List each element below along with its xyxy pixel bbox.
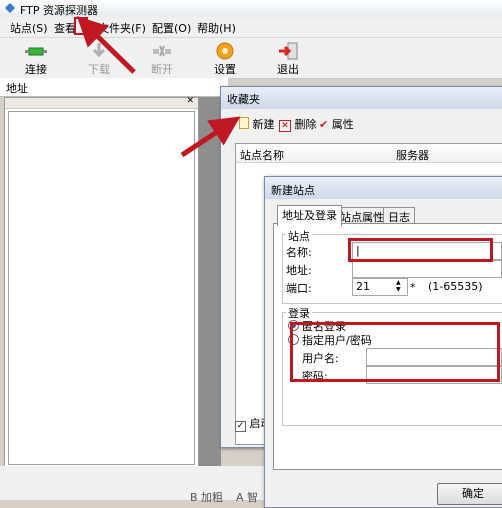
tab-address-login[interactable]: 地址及登录 [277,205,342,226]
arrow-to-view-menu [76,16,136,74]
annotation-arrows [76,16,241,158]
arrow-to-new-button [180,116,241,158]
